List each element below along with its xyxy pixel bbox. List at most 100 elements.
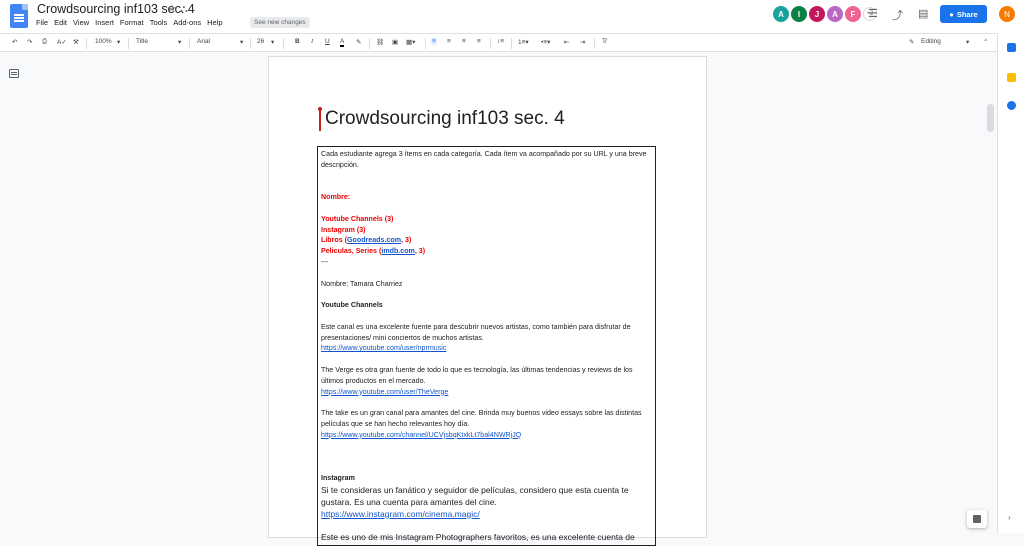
increase-indent-icon[interactable]: ⇥ (580, 38, 585, 46)
instagram-1-link[interactable]: https://www.instagram.com/cinema.magic/ (321, 508, 653, 520)
star-icon[interactable]: ☆ (167, 3, 177, 15)
chevron-down-icon[interactable]: ▾ (240, 38, 243, 46)
calendar-icon[interactable] (1007, 43, 1016, 52)
avatar[interactable]: F (845, 6, 861, 22)
avatar[interactable]: A (827, 6, 843, 22)
redo-icon[interactable]: ↷ (27, 38, 32, 46)
text-color-icon[interactable]: A (340, 38, 345, 47)
explore-button[interactable] (967, 510, 987, 528)
avatar[interactable]: A (773, 6, 789, 22)
align-center-icon[interactable]: ≡ (447, 38, 451, 45)
content-table-cell[interactable]: Cada estudiante agrega 3 ítems en cada c… (317, 146, 656, 546)
account-avatar[interactable]: N (999, 6, 1015, 22)
menu-view[interactable]: View (73, 18, 89, 27)
menu-help[interactable]: Help (207, 18, 222, 27)
toolbar-divider (369, 38, 370, 49)
line-spacing-icon[interactable]: ↕≡ (497, 38, 504, 45)
numbered-list-icon[interactable]: 1≡▾ (518, 38, 529, 46)
menu-edit[interactable]: Edit (54, 18, 67, 27)
font-size-select[interactable]: 26 (257, 38, 264, 45)
chevron-down-icon[interactable]: ▾ (117, 38, 120, 46)
instagram-2-description: Este es uno de mis Instagram Photographe… (321, 531, 635, 542)
share-button[interactable]: ● Share (940, 5, 987, 23)
undo-icon[interactable]: ↶ (12, 38, 17, 46)
insert-image-icon[interactable]: ▩▾ (406, 38, 415, 46)
bold-icon[interactable]: B (295, 38, 300, 45)
docs-logo-icon[interactable] (10, 4, 28, 28)
text: , 3) (414, 247, 426, 256)
cell-text[interactable]: Cada estudiante agrega 3 ítems en cada c… (321, 149, 653, 543)
move-to-drive-icon[interactable]: ⛬ (180, 3, 188, 15)
tasks-icon[interactable] (1007, 101, 1016, 110)
student-name: Nombre: Tamara Charriez (321, 279, 403, 288)
align-right-icon[interactable]: ≡ (462, 38, 466, 45)
imdb-link[interactable]: imdb.com (381, 247, 415, 255)
formatting-toolbar: ↶ ↷ ⎙ A✓ ⚒ 100% ▾ Title ▾ Arial ▾ 26 ▾ B… (0, 33, 997, 52)
category-instagram: Instagram (3) (321, 225, 366, 234)
youtube-heading: Youtube Channels (321, 301, 383, 310)
collapse-menus-icon[interactable]: ⌃ (983, 38, 988, 46)
page-title[interactable]: Crowdsourcing inf103 sec. 4 (325, 108, 565, 130)
menu-insert[interactable]: Insert (95, 18, 114, 27)
comments-icon[interactable]: ▤ (918, 7, 928, 20)
see-new-changes-button[interactable]: See new changes (250, 17, 310, 28)
toolbar-divider (490, 38, 491, 49)
menu-file[interactable]: File (36, 18, 48, 27)
chevron-down-icon[interactable]: ▾ (271, 38, 274, 46)
menu-format[interactable]: Format (120, 18, 144, 27)
bulleted-list-icon[interactable]: •≡▾ (541, 38, 550, 46)
chevron-down-icon[interactable]: ▾ (178, 38, 181, 46)
toolbar-divider (86, 38, 87, 49)
justify-icon[interactable]: ≡ (477, 38, 481, 45)
italic-icon[interactable]: I (311, 38, 313, 45)
decrease-indent-icon[interactable]: ⇤ (564, 38, 569, 46)
avatar[interactable]: I (791, 6, 807, 22)
side-panel: › (997, 33, 1024, 533)
align-left-icon[interactable]: ≡ (431, 38, 437, 45)
text: Peliculas, Series ( (321, 247, 382, 256)
paint-format-icon[interactable]: ⚒ (73, 38, 79, 46)
document-page[interactable]: Crowdsourcing inf103 sec. 4 Cada estudia… (269, 57, 706, 546)
youtube-2-description: The Verge es otra gran fuente de todo lo… (321, 365, 633, 385)
category-libros: Libros (Goodreads.com, 3) (321, 235, 653, 246)
toolbar-divider (189, 38, 190, 49)
intro-text: Cada estudiante agrega 3 ítems en cada c… (321, 150, 647, 169)
font-family-select[interactable]: Arial (197, 38, 210, 45)
youtube-3-description: The take es un gran canal para amantes d… (321, 409, 642, 428)
editing-mode-select[interactable]: Editing (921, 38, 941, 45)
document-outline-icon[interactable] (9, 69, 19, 78)
goodreads-link[interactable]: Goodreads.com (347, 236, 401, 244)
category-youtube: Youtube Channels (3) (321, 214, 394, 223)
youtube-3-link[interactable]: https://www.youtube.com/channel/UCVjsbqK… (321, 430, 653, 441)
collaborator-cursor (318, 107, 322, 131)
underline-icon[interactable]: U (325, 38, 330, 45)
avatar[interactable]: J (809, 6, 825, 22)
instagram-1-description: Si te consideras un fanático y seguidor … (321, 484, 629, 507)
menu-addons[interactable]: Add-ons (173, 18, 201, 27)
spellcheck-icon[interactable]: A✓ (57, 38, 67, 46)
print-icon[interactable]: ⎙ (42, 38, 47, 46)
activity-trend-icon[interactable]: ⤴ (892, 7, 903, 23)
comment-history-icon[interactable]: ☰ (868, 7, 878, 20)
category-peliculas: Peliculas, Series (imdb.com, 3) (321, 246, 653, 257)
youtube-1-description: Este canal es una excelente fuente para … (321, 322, 631, 342)
highlight-color-icon[interactable]: ✎ (356, 38, 361, 46)
youtube-2-link[interactable]: https://www.youtube.com/user/TheVerge (321, 387, 653, 398)
vertical-scrollbar[interactable] (987, 104, 994, 132)
youtube-1-link[interactable]: https://www.youtube.com/user/nprmusic (321, 343, 653, 354)
top-bar: Crowdsourcing inf103 sec. 4 ☆ ⛬ File Edi… (0, 0, 1024, 33)
keep-icon[interactable] (1007, 73, 1016, 82)
toolbar-divider (511, 38, 512, 49)
add-comment-icon[interactable]: ▣ (392, 38, 398, 46)
chevron-right-icon[interactable]: › (1008, 513, 1011, 522)
insert-link-icon[interactable]: ⛓ (376, 38, 384, 46)
text: Libros ( (321, 236, 348, 245)
paragraph-style-select[interactable]: Title (136, 38, 148, 45)
divider-text: --- (321, 257, 329, 266)
menu-tools[interactable]: Tools (150, 18, 168, 27)
clear-formatting-icon[interactable]: T̸ (602, 38, 606, 45)
toolbar-divider (594, 38, 595, 49)
chevron-down-icon[interactable]: ▾ (966, 38, 969, 46)
title-actions: ☆ ⛬ (167, 2, 188, 16)
zoom-select[interactable]: 100% (95, 38, 112, 45)
